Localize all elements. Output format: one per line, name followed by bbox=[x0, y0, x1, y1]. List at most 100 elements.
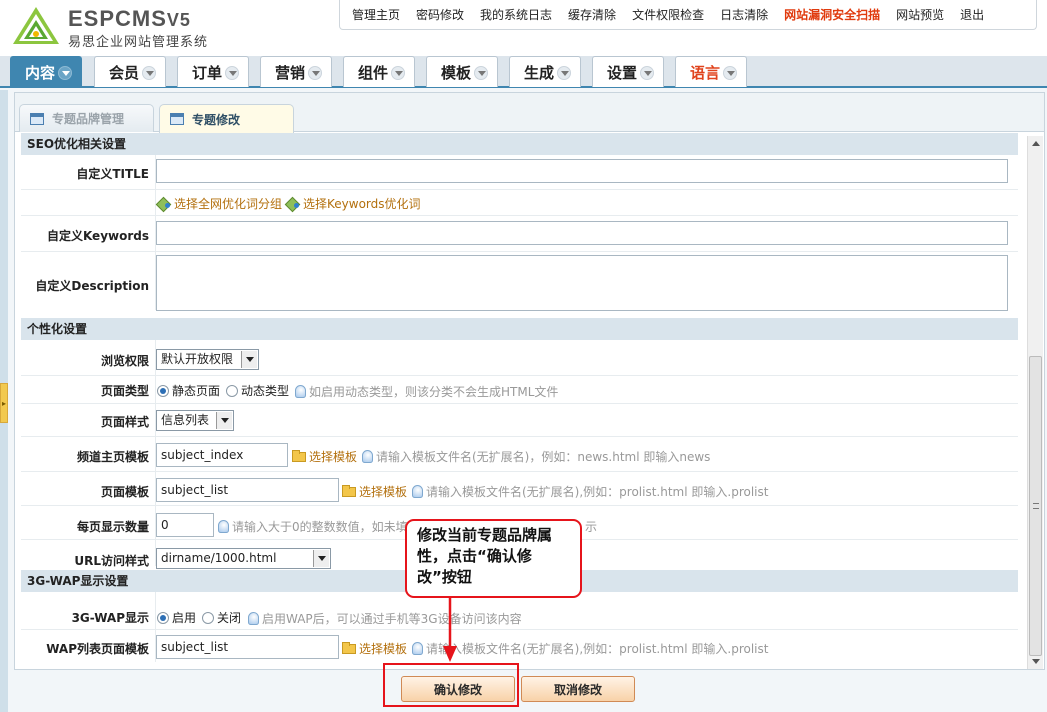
tab-content[interactable]: 内容 bbox=[10, 56, 82, 87]
url-style-select[interactable]: dirname/1000.html bbox=[156, 548, 331, 569]
folder-icon bbox=[292, 450, 306, 462]
top-link-logout[interactable]: 退出 bbox=[952, 6, 992, 23]
top-link-site-preview[interactable]: 网站预览 bbox=[888, 6, 952, 23]
tab-subject-edit[interactable]: 专题修改 bbox=[159, 104, 294, 133]
radio-static-page[interactable]: 静态页面 bbox=[157, 382, 220, 399]
chevron-down-icon bbox=[557, 66, 571, 80]
tab-language[interactable]: 语言 bbox=[675, 56, 747, 87]
select-keywords-link[interactable]: 选择Keywords优化词 bbox=[286, 195, 421, 212]
url-style-label: URL访问样式 bbox=[74, 554, 149, 568]
top-navigation: 管理主页 密码修改 我的系统日志 缓存清除 文件权限检查 日志清除 网站漏洞安全… bbox=[339, 0, 1037, 30]
top-link-security-scan[interactable]: 网站漏洞安全扫描 bbox=[776, 6, 888, 23]
top-link-clear-cache[interactable]: 缓存清除 bbox=[560, 6, 624, 23]
select-keyword-group-link[interactable]: 选择全网优化词分组 bbox=[157, 195, 282, 212]
tag-icon bbox=[286, 198, 300, 210]
radio-icon bbox=[226, 385, 238, 397]
channel-template-hint: 请输入模板文件名(无扩展名)，例如：news.html 即输入news bbox=[362, 448, 710, 465]
lightbulb-icon bbox=[362, 450, 373, 463]
window-icon bbox=[170, 113, 184, 125]
brand-subtitle: 易思企业网站管理系统 bbox=[68, 35, 209, 50]
vertical-scrollbar[interactable] bbox=[1027, 136, 1043, 669]
page-template-input[interactable] bbox=[156, 478, 339, 502]
page-template-hint: 请输入模板文件名(无扩展名),例如：prolist.html 即输入.proli… bbox=[412, 483, 768, 500]
page-style-select[interactable]: 信息列表 bbox=[156, 410, 234, 431]
keywords-label: 自定义Keywords bbox=[46, 229, 149, 243]
channel-template-label: 频道主页模板 bbox=[76, 450, 149, 464]
lightbulb-icon bbox=[248, 612, 259, 625]
chevron-down-icon bbox=[308, 66, 322, 80]
browse-permission-label: 浏览权限 bbox=[100, 354, 149, 368]
select-template-link[interactable]: 选择模板 bbox=[342, 640, 407, 657]
wap-hint: 启用WAP后，可以通过手机等3G设备访问该内容 bbox=[248, 610, 522, 627]
per-page-input[interactable] bbox=[156, 513, 214, 537]
wap-template-hint: 请输入模板文件名(无扩展名),例如：prolist.html 即输入.proli… bbox=[412, 640, 768, 657]
top-link-home[interactable]: 管理主页 bbox=[344, 6, 408, 23]
folder-icon bbox=[342, 485, 356, 497]
lightbulb-icon bbox=[412, 642, 423, 655]
browse-permission-select[interactable]: 默认开放权限 bbox=[156, 349, 259, 370]
radio-wap-off[interactable]: 关闭 bbox=[202, 609, 241, 626]
top-link-clear-log[interactable]: 日志清除 bbox=[712, 6, 776, 23]
custom-description-textarea[interactable] bbox=[156, 255, 1008, 311]
radio-selected-icon bbox=[157, 385, 169, 397]
brand-name: ESPCMSV5 bbox=[68, 6, 191, 31]
scroll-up-arrow-icon[interactable] bbox=[1028, 136, 1043, 151]
wap-show-label: 3G-WAP显示 bbox=[71, 611, 149, 625]
lightbulb-icon bbox=[412, 485, 423, 498]
tab-subject-brand-manage[interactable]: 专题品牌管理 bbox=[19, 104, 154, 132]
page-type-hint: 如启用动态类型，则该分类不会生成HTML文件 bbox=[295, 383, 558, 400]
scroll-down-arrow-icon[interactable] bbox=[1028, 654, 1043, 669]
chevron-down-icon bbox=[225, 66, 239, 80]
grip-icon bbox=[1033, 503, 1039, 509]
dropdown-arrow-icon bbox=[313, 550, 329, 567]
dropdown-arrow-icon bbox=[241, 351, 257, 368]
top-header: ESPCMSV5 易思企业网站管理系统 管理主页 密码修改 我的系统日志 缓存清… bbox=[0, 0, 1047, 56]
description-label: 自定义Description bbox=[35, 279, 149, 293]
window-icon bbox=[30, 112, 44, 125]
lightbulb-icon bbox=[295, 385, 306, 398]
chevron-down-icon bbox=[474, 66, 488, 80]
per-page-hint-tail: 示 bbox=[585, 520, 598, 534]
confirm-button-highlight bbox=[383, 663, 519, 707]
main-tab-bar: 内容 会员 订单 营销 组件 模板 生成 设置 语言 bbox=[0, 56, 1047, 88]
chevron-down-icon bbox=[640, 66, 654, 80]
folder-icon bbox=[342, 642, 356, 654]
instruction-callout: 修改当前专题品牌属性，点击“确认修改”按钮 bbox=[405, 519, 582, 598]
tab-member[interactable]: 会员 bbox=[94, 56, 166, 87]
channel-template-input[interactable] bbox=[156, 443, 288, 467]
wap-template-label: WAP列表页面模板 bbox=[46, 642, 149, 656]
custom-title-input[interactable] bbox=[156, 159, 1008, 183]
tab-marketing[interactable]: 营销 bbox=[260, 56, 332, 87]
collapse-handle[interactable]: ▸ bbox=[0, 383, 8, 423]
per-page-label: 每页显示数量 bbox=[76, 520, 149, 534]
per-page-hint: 请输入大于0的整数数值，如未填 bbox=[218, 518, 408, 535]
tab-generate[interactable]: 生成 bbox=[509, 56, 581, 87]
page-type-label: 页面类型 bbox=[100, 384, 149, 398]
lightbulb-icon bbox=[218, 520, 229, 533]
tab-order[interactable]: 订单 bbox=[177, 56, 249, 87]
top-link-file-permission[interactable]: 文件权限检查 bbox=[624, 6, 712, 23]
scrollbar-thumb[interactable] bbox=[1029, 356, 1042, 656]
chevron-down-icon bbox=[723, 66, 737, 80]
tab-component[interactable]: 组件 bbox=[343, 56, 415, 87]
tab-template[interactable]: 模板 bbox=[426, 56, 498, 87]
select-template-link[interactable]: 选择模板 bbox=[292, 448, 357, 465]
dropdown-arrow-icon bbox=[216, 412, 232, 429]
chevron-down-icon bbox=[391, 66, 405, 80]
top-link-password[interactable]: 密码修改 bbox=[408, 6, 472, 23]
select-template-link[interactable]: 选择模板 bbox=[342, 483, 407, 500]
chevron-down-icon bbox=[142, 66, 156, 80]
tab-settings[interactable]: 设置 bbox=[592, 56, 664, 87]
cancel-edit-button[interactable]: 取消修改 bbox=[521, 676, 635, 702]
wap-template-input[interactable] bbox=[156, 635, 339, 659]
radio-icon bbox=[202, 612, 214, 624]
custom-keywords-input[interactable] bbox=[156, 221, 1008, 245]
sub-tab-bar: 专题品牌管理 专题修改 bbox=[15, 93, 1044, 133]
top-link-my-log[interactable]: 我的系统日志 bbox=[472, 6, 560, 23]
radio-dynamic-page[interactable]: 动态类型 bbox=[226, 382, 289, 399]
radio-wap-on[interactable]: 启用 bbox=[157, 609, 196, 626]
section-personalization: 个性化设置 bbox=[21, 318, 1018, 340]
chevron-down-icon bbox=[58, 66, 72, 80]
page-template-label: 页面模板 bbox=[100, 485, 149, 499]
page-style-label: 页面样式 bbox=[100, 415, 149, 429]
